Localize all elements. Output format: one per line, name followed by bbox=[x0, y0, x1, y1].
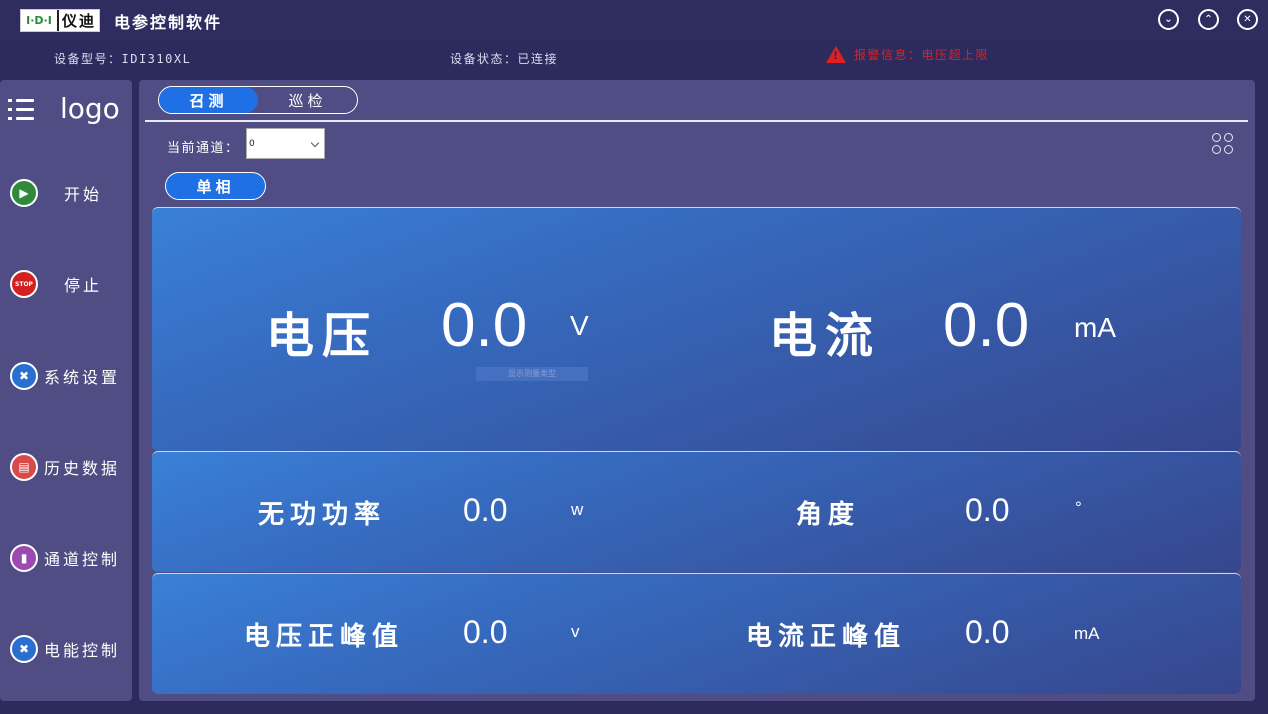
angle-label: 角度 bbox=[796, 500, 861, 530]
grid-view-icon[interactable] bbox=[1212, 133, 1234, 155]
angle-unit: ° bbox=[1075, 498, 1082, 517]
close-button[interactable]: ✕ bbox=[1237, 9, 1258, 30]
sidebar-item-system-settings[interactable]: ✖ 系统设置 bbox=[10, 361, 128, 391]
sidebar-item-channel-control[interactable]: ▮ 通道控制 bbox=[10, 543, 128, 573]
tab-patrol[interactable]: 巡检 bbox=[258, 87, 357, 113]
app-logo: I·D·I 仪迪 bbox=[20, 9, 100, 32]
menu-icon[interactable] bbox=[8, 97, 34, 123]
play-icon: ▶ bbox=[10, 179, 38, 207]
tab-call-measure[interactable]: 召测 bbox=[159, 87, 258, 113]
close-icon: ✕ bbox=[1243, 13, 1252, 25]
reactive-power-unit: w bbox=[571, 500, 584, 519]
sidebar-item-history[interactable]: ▤ 历史数据 bbox=[10, 452, 128, 482]
sidebar-item-label: 历史数据 bbox=[44, 459, 121, 478]
tools-icon: ✖ bbox=[10, 635, 38, 663]
sidebar-item-label: 系统设置 bbox=[44, 368, 121, 387]
device-status: 设备状态：已连接 bbox=[450, 52, 559, 66]
sidebar-item-label: 通道控制 bbox=[44, 550, 121, 569]
channel-label: 当前通道： bbox=[167, 141, 240, 156]
alarm-info: 报警信息：电压超上限 bbox=[826, 46, 989, 63]
tab-bar: 召测 巡检 bbox=[158, 86, 358, 114]
logo-mark: I·D·I bbox=[21, 10, 59, 31]
sidebar-logo: logo bbox=[60, 92, 120, 125]
voltage-unit: V bbox=[570, 310, 589, 341]
voltage-label: 电压 bbox=[266, 308, 379, 364]
title-bar: I·D·I 仪迪 电参控制软件 ⌄ ⌃ ✕ bbox=[0, 0, 1268, 40]
sidebar-item-energy-control[interactable]: ✖ 电能控制 bbox=[10, 634, 128, 664]
current-peak-label: 电流正峰值 bbox=[746, 622, 907, 652]
voltage-peak-value: 0.0 bbox=[463, 614, 508, 650]
current-value: 0.0 bbox=[943, 291, 1030, 360]
tooltip: 显示测量类型 bbox=[476, 367, 588, 381]
chevron-down-icon: ⌄ bbox=[1164, 13, 1173, 25]
warning-icon bbox=[826, 46, 846, 63]
tab-divider bbox=[145, 120, 1248, 122]
sidebar-item-stop[interactable]: STOP 停止 bbox=[10, 269, 128, 299]
chevron-down-icon bbox=[310, 138, 320, 148]
current-label: 电流 bbox=[769, 308, 882, 364]
minimize-button[interactable]: ⌄ bbox=[1158, 9, 1179, 30]
channel-value: 0 bbox=[249, 138, 255, 149]
tools-icon: ✖ bbox=[10, 362, 38, 390]
reactive-power-label: 无功功率 bbox=[258, 500, 387, 530]
reactive-power-value: 0.0 bbox=[463, 492, 508, 528]
channel-select[interactable]: 0 bbox=[246, 128, 325, 159]
sidebar-item-label: 停止 bbox=[64, 276, 103, 295]
voltage-value: 0.0 bbox=[441, 291, 528, 360]
current-peak-value: 0.0 bbox=[965, 614, 1010, 650]
current-unit: mA bbox=[1074, 312, 1116, 343]
single-phase-button[interactable]: 单相 bbox=[165, 172, 266, 200]
logo-brand: 仪迪 bbox=[61, 12, 96, 30]
sidebar-item-start[interactable]: ▶ 开始 bbox=[10, 178, 128, 208]
current-peak-unit: mA bbox=[1074, 624, 1100, 643]
chevron-up-icon: ⌃ bbox=[1204, 13, 1213, 25]
folder-icon: ▤ bbox=[10, 453, 38, 481]
maximize-button[interactable]: ⌃ bbox=[1198, 9, 1219, 30]
signal-icon: ▮ bbox=[10, 544, 38, 572]
voltage-peak-unit: v bbox=[571, 622, 580, 641]
angle-value: 0.0 bbox=[965, 492, 1010, 528]
stop-icon: STOP bbox=[10, 270, 38, 298]
app-title: 电参控制软件 bbox=[114, 13, 223, 32]
sidebar-item-label: 开始 bbox=[64, 185, 103, 204]
sidebar-item-label: 电能控制 bbox=[44, 641, 121, 660]
voltage-peak-label: 电压正峰值 bbox=[244, 622, 405, 652]
device-model: 设备型号：IDI310XL bbox=[54, 52, 192, 66]
alarm-text: 报警信息：电压超上限 bbox=[854, 48, 990, 62]
